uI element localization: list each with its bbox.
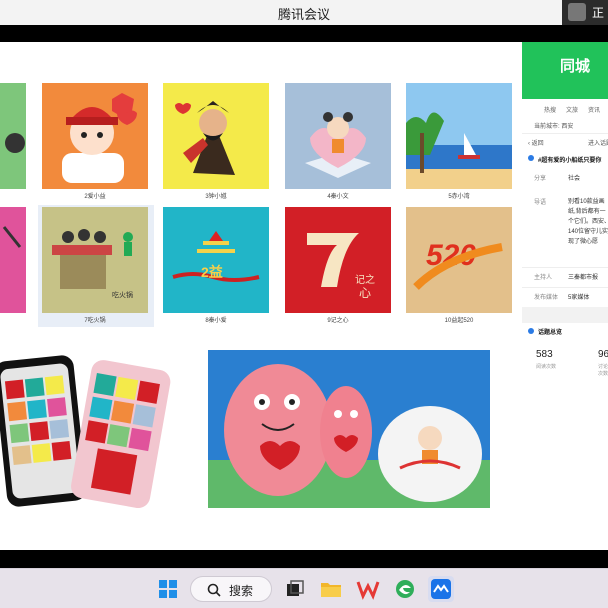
tab-news[interactable]: 资讯 (588, 105, 600, 117)
bottom-strip (0, 550, 608, 568)
artwork-tile-7: 吃火锅 (42, 207, 148, 313)
search-label: 搜索 (229, 584, 254, 598)
window-titlebar: 腾讯会议 正 (0, 0, 608, 25)
tab-culture[interactable]: 文旅 (566, 105, 578, 117)
tile-caption: 9记之心 (327, 318, 349, 324)
artwork-tile-8: 2益 (163, 207, 269, 313)
stat-reads-value: 583 (536, 349, 553, 360)
artwork-tile-2 (42, 83, 148, 189)
topic-side-panel: 同城 热搜 文旅 资讯 当前城市: 西安 ‹ 返回 进入话题 #超有爱的小船纸只… (522, 42, 608, 512)
search-icon (207, 583, 221, 597)
publisher-label: 发布媒体 (534, 295, 559, 301)
svg-text:记之: 记之 (355, 273, 375, 286)
stat-discuss-label: 讨论次数 (598, 364, 608, 377)
svg-text:2益: 2益 (201, 264, 223, 280)
intro-label: 导语 (534, 200, 547, 206)
artwork-tile-10: 520 (406, 207, 512, 313)
file-explorer-icon[interactable] (318, 576, 344, 602)
taskbar-search[interactable]: 搜索 (190, 576, 272, 602)
publisher-value: 5家媒体 (568, 295, 590, 301)
svg-text:心: 心 (359, 286, 371, 300)
artwork-tile-1 (0, 83, 26, 189)
tab-hot[interactable]: 热搜 (544, 105, 556, 117)
back-label: 返回 (531, 141, 544, 147)
panel-tabs: 热搜 文旅 资讯 (522, 99, 608, 117)
tile-caption: 10益起520 (444, 318, 474, 324)
publisher-row: 发布媒体 5家媒体 (522, 287, 608, 307)
photo-painted-rocks (208, 350, 490, 508)
section-label: 分享 (534, 176, 547, 182)
tencent-meeting-icon[interactable] (428, 576, 454, 602)
shared-screen: 2爱小益 3钟小馗 4秦小文 5赤小湾 吃火锅 7吃火锅 2益 8秦小爱 记之 … (0, 42, 608, 550)
windows-start-icon[interactable] (155, 576, 181, 602)
topic-title-row: #超有爱的小船纸只要你 (522, 149, 608, 173)
section-row: 分享 社会 (522, 173, 608, 197)
photo-phone-cases (0, 348, 178, 508)
tile-caption: 8秦小爱 (205, 318, 227, 324)
tile-caption: 2爱小益 (84, 194, 106, 200)
banner: 同城 (522, 42, 608, 99)
host-row: 主持人 三秦都市报 (522, 267, 608, 287)
tile-caption: 5赤小湾 (448, 194, 470, 200)
topic-icon (528, 155, 534, 161)
user-label: 正 (592, 6, 605, 20)
host-value: 三秦都市报 (568, 275, 599, 281)
section-value: 社会 (568, 176, 581, 182)
overview-row: 话题总览 (522, 323, 608, 343)
tile-caption: 4秦小文 (327, 194, 349, 200)
tile-caption: 7吃火锅 (84, 318, 106, 324)
banner-text: 同城 (560, 58, 591, 75)
artwork-tile-3 (163, 83, 269, 189)
city-label: 当前城市: 西安 (534, 124, 574, 130)
stat-reads-label: 阅读次数 (536, 364, 557, 370)
user-profile[interactable]: 正 (562, 0, 608, 25)
tile-caption: 3钟小馗 (205, 194, 227, 200)
avatar (568, 3, 586, 21)
artwork-tile-4 (285, 83, 391, 189)
artwork-tile-5 (406, 83, 512, 189)
edge-browser-icon[interactable] (392, 576, 418, 602)
overview-title: 话题总览 (538, 330, 563, 336)
window-title: 腾讯会议 (277, 7, 330, 22)
intro-row: 导语 别看10款益画纸,背后都有一个它们。西安、140位留守儿实现了微心愿 (522, 197, 608, 267)
artwork-tile-6 (0, 207, 26, 313)
nav-row: ‹ 返回 进入话题 (522, 133, 608, 149)
stats-row: 583 阅读次数 96 讨论次数 (522, 343, 608, 383)
city-row: 当前城市: 西安 (522, 117, 608, 133)
enter-topic-link[interactable]: 进入话题 (588, 138, 608, 147)
host-label: 主持人 (534, 275, 553, 281)
task-view-icon[interactable] (282, 576, 308, 602)
overview-icon (528, 328, 534, 334)
artwork-tile-9: 记之 心 (285, 207, 391, 313)
wps-office-icon[interactable] (355, 576, 381, 602)
topic-title: #超有爱的小船纸只要你 (538, 158, 602, 164)
intro-text: 别看10款益画纸,背后都有一个它们。西安、140位留守儿实现了微心愿 (568, 199, 608, 245)
toolbar-strip (0, 25, 608, 42)
back-button[interactable]: ‹ 返回 (528, 138, 544, 147)
svg-text:吃火锅: 吃火锅 (112, 290, 133, 299)
stat-discuss-value: 96 (598, 349, 608, 360)
